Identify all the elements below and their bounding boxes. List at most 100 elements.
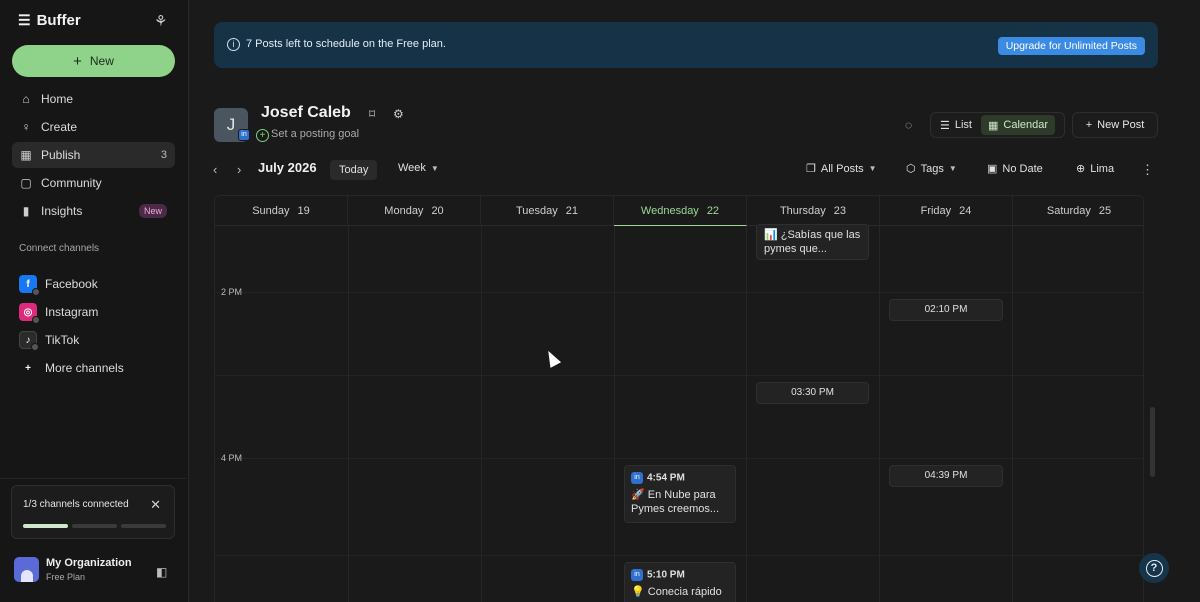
close-icon[interactable]: ✕: [150, 497, 161, 513]
sidebar-divider: [0, 478, 186, 479]
home-icon: ⌂: [22, 92, 30, 106]
timezone-button[interactable]: ⊕ Lima: [1076, 162, 1115, 176]
hour-line: [215, 555, 1143, 556]
connected-progress: [23, 524, 166, 528]
sidebar-item-home[interactable]: ⌂ Home: [12, 86, 175, 112]
chevron-down-icon: ▼: [948, 164, 957, 173]
upgrade-button[interactable]: Upgrade for Unlimited Posts: [997, 37, 1145, 55]
channel-tiktok[interactable]: ♪ TikTok: [12, 327, 175, 353]
sidebar-item-community[interactable]: ▢ Community: [12, 170, 175, 196]
day-number: 19: [297, 205, 310, 217]
post-card[interactable]: in 5:10 PM 💡 Conecia rápido: [624, 562, 736, 602]
tags-label: Tags: [920, 162, 944, 175]
sidebar-item-publish[interactable]: ▦ Publish 3: [12, 142, 175, 168]
profile-name: Josef Caleb: [261, 104, 351, 121]
post-time: 03:30 PM: [791, 387, 834, 398]
sidebar-item-create[interactable]: ♀ Create: [12, 114, 175, 140]
channels-connected-text: 1/3 channels connected: [23, 499, 129, 510]
plus-icon: +: [25, 362, 31, 374]
day-header-saturday: Saturday 25: [1013, 196, 1143, 226]
new-badge: New: [138, 204, 167, 218]
sidebar: ☰ Buffer ⚘ + New ⌂ Home ♀ Create ▦ Publi…: [0, 0, 186, 602]
today-button[interactable]: Today: [330, 160, 378, 180]
day-name: Saturday: [1046, 205, 1091, 217]
new-post-button[interactable]: + New Post: [1072, 112, 1158, 138]
channels-connected-card: 1/3 channels connected ✕: [11, 485, 175, 539]
view-toggle: ☰ List ▦ Calendar: [930, 112, 1065, 138]
organization-switcher[interactable]: My Organization Free Plan: [14, 557, 132, 582]
plus-icon: +: [73, 52, 82, 70]
avatar: [14, 557, 39, 582]
collapse-sidebar-icon[interactable]: ◧: [156, 565, 167, 579]
channel-list: f Facebook ◎ Instagram ♪ TikTok + More c…: [12, 271, 175, 383]
gear-icon[interactable]: ⚙: [393, 107, 404, 121]
post-card[interactable]: 📊 ¿Sabías que las pymes que...: [756, 224, 869, 260]
sidebar-item-insights[interactable]: ▮ Insights New: [12, 198, 175, 224]
hour-label: 2 PM: [221, 287, 243, 297]
post-time: 04:39 PM: [924, 470, 968, 481]
day-name: Tuesday: [515, 205, 558, 217]
previous-week-button[interactable]: ‹: [213, 162, 217, 177]
hour-line: [215, 375, 1143, 376]
day-number: 24: [959, 205, 972, 217]
linkedin-icon: in: [631, 569, 643, 581]
new-button-label: New: [89, 54, 114, 68]
channel-more[interactable]: + More channels: [12, 355, 175, 381]
facebook-icon: f: [19, 275, 40, 296]
sidebar-item-label: Insights: [41, 204, 83, 218]
sidebar-item-label: Create: [41, 120, 78, 134]
next-week-button[interactable]: ›: [237, 162, 241, 177]
range-label: Week: [398, 162, 426, 174]
calendar-icon: ▦: [20, 148, 32, 162]
post-time: 02:10 PM: [924, 304, 968, 315]
day-number: 20: [431, 205, 444, 217]
sprout-icon[interactable]: ⚘: [154, 12, 167, 30]
buffer-logo[interactable]: ☰ Buffer: [18, 12, 81, 29]
current-month: July 2026: [258, 160, 317, 175]
chat-icon: ▢: [20, 176, 32, 190]
timezone-label: Lima: [1090, 162, 1115, 175]
more-options-icon[interactable]: ⋮: [1141, 162, 1154, 178]
bookmark-icon[interactable]: ⌑: [369, 107, 375, 121]
posts-icon: ❐: [806, 163, 816, 175]
day-header-monday: Monday 20: [348, 196, 481, 226]
channel-facebook[interactable]: f Facebook: [12, 271, 175, 297]
channel-label: TikTok: [45, 333, 80, 347]
post-card[interactable]: 04:39 PM: [889, 465, 1003, 487]
no-date-button[interactable]: ▣ No Date: [987, 162, 1043, 176]
tags-select[interactable]: ⬡ Tags ▼: [906, 162, 957, 176]
day-header-friday: Friday 24: [880, 196, 1013, 226]
posting-goal-link[interactable]: Set a posting goal: [271, 128, 359, 140]
add-goal-icon[interactable]: +: [256, 129, 269, 142]
help-button[interactable]: ?: [1139, 553, 1169, 583]
list-view-button[interactable]: ☰ List: [933, 115, 979, 135]
calendar-view-label: Calendar: [1003, 119, 1049, 131]
calendar-scrollbar[interactable]: [1150, 407, 1155, 477]
column-divider: [481, 226, 482, 602]
column-divider: [746, 226, 747, 602]
post-filter-select[interactable]: ❐ All Posts ▼: [806, 162, 877, 176]
post-card[interactable]: 02:10 PM: [889, 299, 1003, 321]
day-name: Friday: [920, 205, 952, 217]
brand-name: Buffer: [36, 12, 81, 29]
organization-name: My Organization: [46, 557, 132, 569]
new-button[interactable]: + New: [12, 45, 175, 77]
post-filter-label: All Posts: [820, 162, 864, 175]
linkedin-icon: in: [238, 129, 250, 141]
list-icon: ☰: [940, 119, 950, 132]
calendar-view-button[interactable]: ▦ Calendar: [981, 115, 1056, 135]
range-select[interactable]: Week ▼: [398, 162, 439, 174]
tiktok-icon: ♪: [19, 331, 39, 351]
post-card[interactable]: 03:30 PM: [756, 382, 869, 404]
main-content: i 7 Posts left to schedule on the Free p…: [188, 0, 1200, 602]
day-header-wednesday: Wednesday 22: [614, 196, 747, 226]
post-card[interactable]: in 4:54 PM 🚀 En Nube para Pymes creemos..…: [624, 465, 736, 523]
post-time: 4:54 PM: [647, 472, 685, 484]
info-icon: i: [227, 38, 240, 51]
day-name: Wednesday: [640, 204, 699, 217]
post-text: 📊 ¿Sabías que las pymes que...: [764, 229, 861, 255]
column-divider: [1012, 226, 1013, 602]
hour-line: [215, 458, 1143, 459]
channel-instagram[interactable]: ◎ Instagram: [12, 299, 175, 325]
comments-icon[interactable]: ◌: [905, 118, 912, 132]
